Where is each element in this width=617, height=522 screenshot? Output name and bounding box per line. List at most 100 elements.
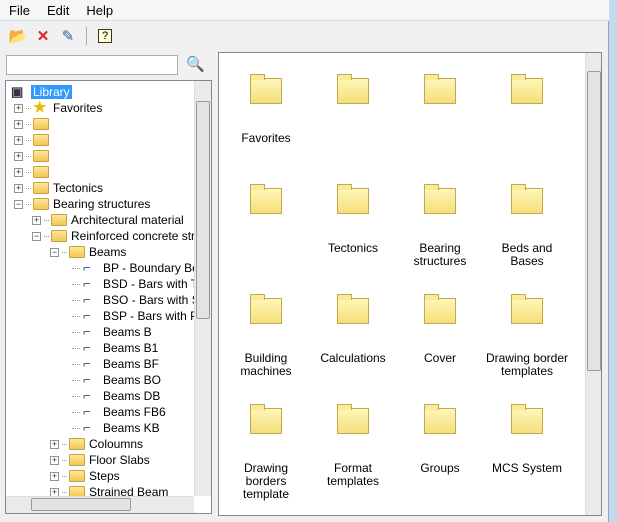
tree-item-label: Architectural material [71, 213, 184, 227]
folder-item[interactable]: Favorites [223, 74, 309, 145]
tree-item[interactable]: ⌐ Beams DB [68, 388, 160, 404]
expand-toggle-icon[interactable]: − [32, 231, 41, 241]
tree-item[interactable]: ⌐ Beams FB6 [68, 404, 166, 420]
menu-file[interactable]: File [0, 0, 38, 20]
tree-line [72, 331, 80, 333]
search-input[interactable] [6, 55, 178, 75]
tree-item[interactable]: ⌐ Beams B1 [68, 340, 158, 356]
tree-item-label: Beams FB6 [103, 405, 166, 419]
menu-help[interactable]: Help [77, 0, 121, 20]
folder-item[interactable]: Building machines [223, 294, 309, 378]
folder-item[interactable]: Drawing borders template [223, 404, 309, 501]
edit-icon[interactable]: ✎ [58, 26, 78, 46]
folder-icon [250, 404, 282, 434]
tree-item-label: Beams BO [103, 373, 162, 387]
expand-toggle-icon[interactable]: + [14, 103, 23, 113]
tree-item[interactable]: ⌐ BSD - Bars with Two [68, 276, 211, 292]
folder-item[interactable]: Bearing structures [397, 184, 483, 268]
tree-item[interactable]: + [14, 164, 53, 180]
tree-line [62, 251, 67, 253]
tree-line [62, 491, 67, 493]
tree-line [44, 219, 49, 221]
folder-item[interactable] [223, 184, 309, 242]
folder-item[interactable] [397, 74, 483, 132]
tree-horizontal-scrollbar[interactable] [6, 496, 194, 513]
tree-item[interactable]: + Architectural material [32, 212, 184, 228]
folder-label: Drawing border templates [485, 351, 569, 378]
expand-toggle-icon[interactable]: + [50, 455, 59, 465]
tree-item[interactable]: + ★ Favorites [14, 100, 102, 116]
folder-item[interactable]: Beds and Bases [484, 184, 570, 268]
tree-line [26, 155, 31, 157]
expand-toggle-icon[interactable]: + [50, 471, 59, 481]
expand-toggle-icon[interactable]: + [50, 439, 59, 449]
tree-item[interactable]: − Bearing structures [14, 196, 150, 212]
tree-item-label: Favorites [53, 101, 103, 115]
folder-item[interactable]: Calculations [310, 294, 396, 365]
tree-item[interactable]: + Tectonics [14, 180, 103, 196]
tree-item[interactable]: ⌐ BP - Boundary Beams [68, 260, 211, 276]
expand-toggle-icon[interactable]: + [14, 119, 23, 129]
tree-item[interactable]: − Reinforced concrete structures [32, 228, 211, 244]
tree-item[interactable]: ⌐ Beams BO [68, 372, 161, 388]
folder-label: Cover [423, 351, 456, 365]
tree-item[interactable]: − Beams [50, 244, 126, 260]
folder-icon [511, 404, 543, 434]
tree-item[interactable]: ⌐ BSO - Bars with Slope [68, 292, 211, 308]
folder-icon [33, 166, 49, 178]
expand-toggle-icon[interactable]: − [50, 247, 59, 257]
new-folder-icon[interactable]: 📂 [8, 26, 28, 46]
beam-icon: ⌐ [83, 292, 91, 307]
tree-item[interactable]: + Steps [50, 468, 120, 484]
tree-item[interactable]: ⌐BSP - Bars with Parallel [68, 308, 211, 324]
folder-item[interactable]: MCS System [484, 404, 570, 475]
folder-label: Calculations [320, 351, 386, 365]
folder-label: Beds and Bases [501, 241, 553, 268]
expand-toggle-icon[interactable]: + [14, 151, 23, 161]
expand-toggle-icon[interactable]: + [14, 135, 23, 145]
folder-item[interactable]: Format templates [310, 404, 396, 488]
tree-item[interactable]: + [14, 116, 53, 132]
tree-item[interactable]: + [14, 148, 53, 164]
tree-vertical-scrollbar[interactable] [194, 81, 211, 496]
folder-label: Building machines [240, 351, 292, 378]
folder-item[interactable]: Tectonics [310, 184, 396, 255]
tree-hscroll-thumb[interactable] [31, 498, 131, 511]
expand-toggle-icon[interactable]: + [14, 183, 23, 193]
tree-item[interactable]: + [14, 132, 53, 148]
beam-icon: ⌐ [83, 260, 91, 275]
tree-item[interactable]: + Floor Slabs [50, 452, 150, 468]
expand-toggle-icon[interactable]: − [14, 199, 23, 209]
folder-item[interactable]: Drawing border templates [484, 294, 570, 378]
tree-scroll-thumb[interactable] [196, 101, 210, 319]
search-icon[interactable]: 🔍 [186, 55, 205, 73]
folder-icon [51, 214, 67, 226]
tree-item[interactable]: ⌐ Beams KB [68, 420, 160, 436]
folder-item[interactable]: Cover [397, 294, 483, 365]
tree-item[interactable]: ⌐ Beams B [68, 324, 152, 340]
tree-item[interactable]: ▣ Library [11, 84, 72, 100]
help-icon[interactable]: ? [95, 26, 115, 46]
tree-item-label: Beams BF [103, 357, 160, 371]
tree-line [72, 379, 80, 381]
tree-item[interactable]: ⌐ Beams BF [68, 356, 159, 372]
folder-item[interactable] [484, 74, 570, 132]
content-vertical-scrollbar[interactable] [585, 53, 601, 515]
folder-item[interactable] [310, 74, 396, 132]
library-tree: + Strained Beam + Steps + Floor Slabs + Coloumn… [5, 80, 212, 514]
menu-bar: File Edit Help [0, 0, 609, 21]
star-icon: ★ [33, 99, 47, 116]
menu-edit[interactable]: Edit [38, 0, 77, 20]
tree-item-label: Beams B1 [103, 341, 159, 355]
expand-toggle-icon[interactable]: + [14, 167, 23, 177]
folder-icon [337, 74, 369, 104]
tree-item-label: Beams DB [103, 389, 161, 403]
folder-icon [511, 184, 543, 214]
tree-item[interactable]: + Coloumns [50, 436, 143, 452]
content-scroll-thumb[interactable] [587, 71, 601, 371]
expand-toggle-icon[interactable]: + [32, 215, 41, 225]
tree-line [72, 427, 80, 429]
folder-item[interactable]: Groups [397, 404, 483, 475]
tree-item-label: Beams B [103, 325, 152, 339]
delete-icon[interactable]: ✕ [33, 26, 53, 46]
